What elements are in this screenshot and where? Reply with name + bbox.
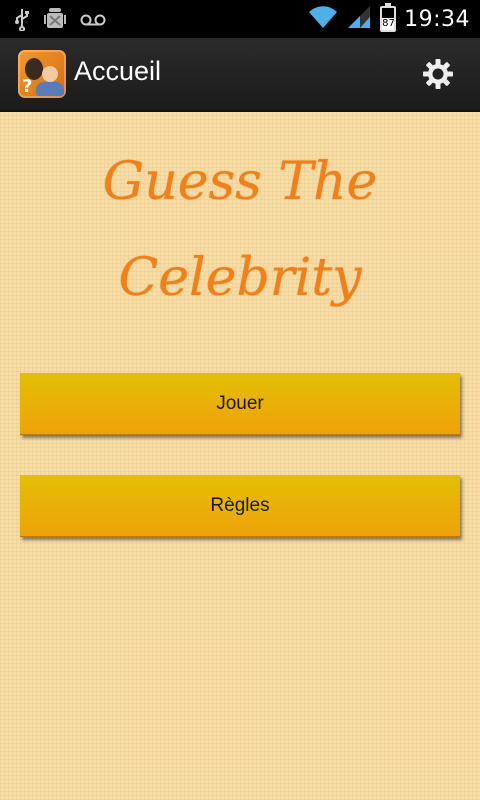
page-title: Accueil <box>74 56 162 86</box>
rules-button[interactable]: Règles <box>20 475 460 537</box>
voicemail-icon <box>80 12 106 31</box>
usb-icon <box>14 7 30 35</box>
celebrity-app-icon[interactable]: ? <box>18 50 66 98</box>
gear-icon <box>422 59 454 94</box>
game-title: Guess The Celebrity <box>102 152 378 308</box>
battery-icon: 87 <box>380 3 397 32</box>
android-debug-icon <box>44 6 66 36</box>
battery-level: 87 <box>382 18 395 30</box>
action-bar: ? Accueil <box>0 38 480 112</box>
play-button[interactable]: Jouer <box>20 373 460 435</box>
signal-icon <box>346 4 372 34</box>
settings-button[interactable] <box>422 58 454 90</box>
status-bar: 87 19:34 <box>0 0 480 38</box>
wifi-icon <box>308 4 338 34</box>
home-content: Guess The Celebrity Jouer Règles <box>0 112 480 800</box>
status-clock: 19:34 <box>404 6 470 32</box>
